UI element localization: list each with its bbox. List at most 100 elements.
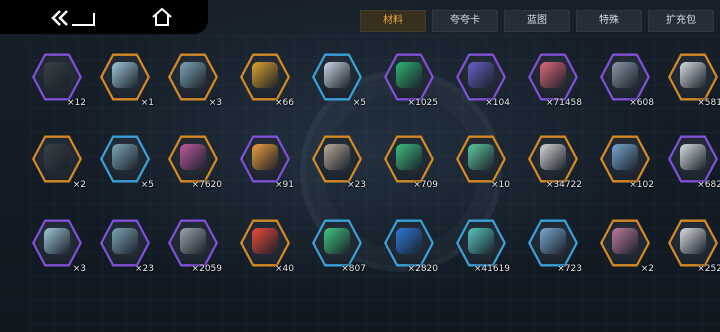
inventory-item[interactable]: ×34722 [524, 130, 584, 190]
item-count: ×581 [697, 98, 720, 108]
moon-card-icon [468, 62, 494, 88]
item-count: ×34722 [545, 180, 582, 190]
inventory-item[interactable]: ×1025 [380, 48, 440, 108]
inventory-item[interactable]: ×682 [664, 130, 720, 190]
item-count: ×723 [557, 264, 582, 274]
robot-arm-icon [468, 228, 494, 254]
honeycomb-plate-icon [540, 228, 566, 254]
tab-praise-cards[interactable]: 夸夸卡 [432, 10, 498, 32]
item-count: ×252 [697, 264, 720, 274]
metal-card-icon [180, 228, 206, 254]
honeycomb-plate-icon [612, 144, 638, 170]
item-count: ×104 [485, 98, 510, 108]
item-count: ×12 [67, 98, 86, 108]
mixed-cubes-icon [180, 144, 206, 170]
metal-chip-plate-icon [612, 62, 638, 88]
item-count: ×2 [640, 264, 654, 274]
inventory-item[interactable]: ×3 [28, 214, 88, 274]
green-orb-device-icon [324, 228, 350, 254]
inventory-item[interactable]: ×3 [164, 48, 224, 108]
inventory-item[interactable]: ×581 [664, 48, 720, 108]
top-bar [0, 0, 208, 34]
inventory-item[interactable]: ×2 [596, 214, 656, 274]
spray-bottle-icon [324, 62, 350, 88]
category-tabs: 材料 夸夸卡 蓝图 特殊 扩充包 [360, 10, 714, 32]
cylinder-rods-icon [112, 144, 138, 170]
test-tube-icon [540, 62, 566, 88]
star-burst-icon [252, 228, 278, 254]
item-count: ×71458 [545, 98, 582, 108]
cylinder-rods-icon [180, 62, 206, 88]
inventory-item[interactable]: ×10 [452, 130, 512, 190]
inventory-item[interactable]: ×723 [524, 214, 584, 274]
back-button[interactable] [50, 8, 96, 28]
battery-canisters-icon [112, 62, 138, 88]
cloud-fabric-icon [680, 62, 706, 88]
inventory-item[interactable]: ×807 [308, 214, 368, 274]
inventory-item[interactable]: ×66 [236, 48, 296, 108]
inventory-item[interactable]: ×1 [96, 48, 156, 108]
item-count: ×91 [275, 180, 294, 190]
inventory-item[interactable]: ×12 [28, 48, 88, 108]
inventory-item[interactable]: ×2059 [164, 214, 224, 274]
item-count: ×102 [629, 180, 654, 190]
wrench-tool-icon [540, 144, 566, 170]
double-chevron-left-icon [51, 10, 95, 26]
inventory-item[interactable]: ×41619 [452, 214, 512, 274]
inventory-item[interactable]: ×608 [596, 48, 656, 108]
inventory-item[interactable]: ×709 [380, 130, 440, 190]
tab-blueprints[interactable]: 蓝图 [504, 10, 570, 32]
item-count: ×2059 [191, 264, 222, 274]
cloud-fabric-icon [680, 228, 706, 254]
blue-chip-card-icon [396, 228, 422, 254]
inventory-item[interactable]: ×252 [664, 214, 720, 274]
dark-mechanical-parts-icon [44, 62, 70, 88]
item-count: ×2 [72, 180, 86, 190]
honeycomb-plate-small-icon [612, 228, 638, 254]
inventory-item[interactable]: ×23 [308, 130, 368, 190]
green-power-box-icon [396, 144, 422, 170]
inventory-item[interactable]: ×40 [236, 214, 296, 274]
tab-expansion-pack[interactable]: 扩充包 [648, 10, 714, 32]
inventory-item[interactable]: ×2 [28, 130, 88, 190]
battery-canisters-icon [44, 228, 70, 254]
heart-badge-icon [252, 144, 278, 170]
item-count: ×608 [629, 98, 654, 108]
item-count: ×682 [697, 180, 720, 190]
inventory-item[interactable]: ×2820 [380, 214, 440, 274]
item-count: ×40 [275, 264, 294, 274]
item-count: ×807 [341, 264, 366, 274]
inventory-item[interactable]: ×102 [596, 130, 656, 190]
inventory-item[interactable]: ×5 [308, 48, 368, 108]
item-count: ×1025 [407, 98, 438, 108]
inventory-item[interactable]: ×71458 [524, 48, 584, 108]
item-count: ×3 [208, 98, 222, 108]
inventory-item[interactable]: ×104 [452, 48, 512, 108]
item-count: ×709 [413, 180, 438, 190]
item-count: ×5 [140, 180, 154, 190]
stone-cubes-icon [324, 144, 350, 170]
home-icon [152, 7, 172, 26]
inventory-item[interactable]: ×5 [96, 130, 156, 190]
inventory-item[interactable]: ×23 [96, 214, 156, 274]
gold-medal-coin-icon [252, 62, 278, 88]
item-count: ×2820 [407, 264, 438, 274]
inventory-item[interactable]: ×91 [236, 130, 296, 190]
tab-materials[interactable]: 材料 [360, 10, 426, 32]
item-count: ×7620 [191, 180, 222, 190]
item-count: ×23 [135, 264, 154, 274]
dark-mechanical-parts-icon [44, 144, 70, 170]
item-count: ×41619 [473, 264, 510, 274]
tab-special[interactable]: 特殊 [576, 10, 642, 32]
item-count: ×10 [491, 180, 510, 190]
cloud-fabric-icon [680, 144, 706, 170]
item-count: ×3 [72, 264, 86, 274]
home-button[interactable] [150, 6, 174, 28]
circuit-board-icon [468, 144, 494, 170]
inventory-item[interactable]: ×7620 [164, 130, 224, 190]
item-count: ×1 [140, 98, 154, 108]
item-count: ×66 [275, 98, 294, 108]
cylinder-rods-icon [112, 228, 138, 254]
item-count: ×23 [347, 180, 366, 190]
green-battery-cell-icon [396, 62, 422, 88]
